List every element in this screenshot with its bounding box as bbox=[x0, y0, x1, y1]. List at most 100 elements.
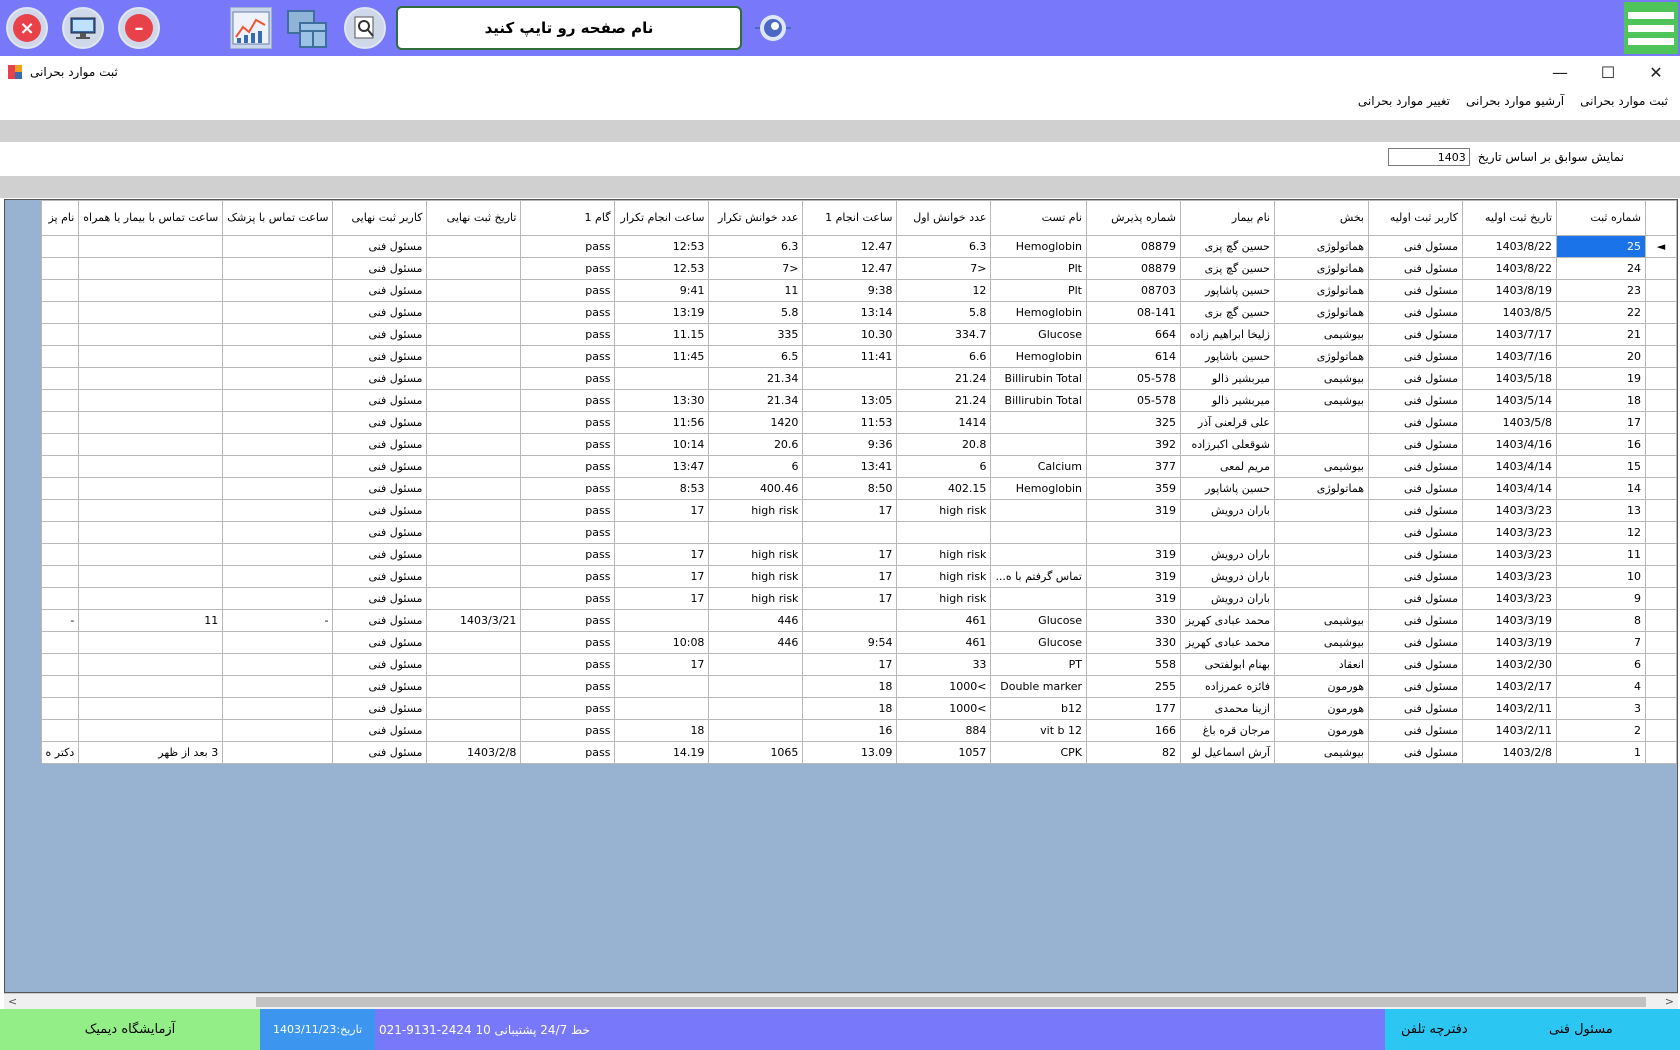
table-cell[interactable]: 359 bbox=[1086, 477, 1181, 500]
row-selector[interactable] bbox=[1645, 455, 1677, 478]
table-cell[interactable]: 11:56 bbox=[614, 411, 710, 434]
table-cell[interactable]: 21 bbox=[1556, 323, 1646, 346]
table-cell[interactable] bbox=[40, 719, 80, 742]
table-cell[interactable]: 335 bbox=[708, 323, 804, 346]
table-cell[interactable]: هماتولوژی bbox=[1274, 301, 1369, 324]
table-cell[interactable]: هورمون bbox=[1274, 697, 1369, 720]
table-cell[interactable]: مسئول فنی bbox=[1368, 565, 1463, 588]
table-cell[interactable] bbox=[78, 411, 224, 434]
table-row[interactable]: 19 1403/5/18 مسئول فنی بیوشیمی میربشیر ذالو 0… bbox=[40, 367, 1677, 390]
table-cell[interactable]: 5.8 bbox=[708, 301, 804, 324]
table-cell[interactable] bbox=[426, 653, 522, 676]
table-cell[interactable]: 334.7 bbox=[896, 323, 992, 346]
table-cell[interactable] bbox=[1274, 543, 1369, 566]
table-cell[interactable]: 08703 bbox=[1086, 279, 1181, 302]
table-cell[interactable]: 461 bbox=[896, 631, 992, 654]
table-cell[interactable] bbox=[990, 433, 1087, 456]
table-cell[interactable]: 614 bbox=[1086, 345, 1181, 368]
table-cell[interactable]: 10:08 bbox=[614, 631, 710, 654]
table-cell[interactable]: هماتولوژی bbox=[1274, 345, 1369, 368]
table-cell[interactable]: 7 bbox=[1556, 631, 1646, 654]
table-cell[interactable]: pass bbox=[520, 653, 616, 676]
table-cell[interactable] bbox=[426, 675, 522, 698]
table-cell[interactable]: 1403/3/23 bbox=[1462, 521, 1557, 544]
column-header[interactable]: شماره پذیرش bbox=[1086, 200, 1181, 236]
table-cell[interactable]: میربشیر ذالو bbox=[1180, 389, 1275, 412]
table-cell[interactable] bbox=[40, 257, 80, 280]
table-cell[interactable] bbox=[222, 389, 334, 412]
table-cell[interactable] bbox=[1274, 433, 1369, 456]
table-cell[interactable]: Glucose bbox=[990, 323, 1087, 346]
table-cell[interactable]: high risk bbox=[896, 543, 992, 566]
table-cell[interactable]: 15 bbox=[1556, 455, 1646, 478]
column-header[interactable]: گام 1 bbox=[520, 200, 616, 236]
table-cell[interactable]: 12:53 bbox=[614, 235, 710, 258]
table-cell[interactable]: Hemoglobin bbox=[990, 477, 1087, 500]
table-cell[interactable] bbox=[426, 521, 522, 544]
table-cell[interactable]: 319 bbox=[1086, 565, 1181, 588]
table-cell[interactable] bbox=[990, 587, 1087, 610]
table-cell[interactable]: 6 bbox=[896, 455, 992, 478]
table-cell[interactable]: 17 bbox=[614, 653, 710, 676]
table-row[interactable]: 9 1403/3/23 مسئول فنی باران درویش 319 high ri… bbox=[40, 587, 1677, 610]
table-cell[interactable] bbox=[40, 345, 80, 368]
menu-icon[interactable] bbox=[1624, 2, 1678, 54]
table-cell[interactable]: باران درویش bbox=[1180, 499, 1275, 522]
table-cell[interactable] bbox=[708, 653, 804, 676]
table-cell[interactable] bbox=[426, 433, 522, 456]
column-header[interactable]: نام پز bbox=[40, 200, 80, 236]
table-cell[interactable]: high risk bbox=[896, 499, 992, 522]
table-cell[interactable] bbox=[40, 543, 80, 566]
table-row[interactable]: 17 1403/5/8 مسئول فنی علی قرلعنی آذر 325 1414… bbox=[40, 411, 1677, 434]
tab-register[interactable]: ثبت موارد بحرانی bbox=[1580, 94, 1668, 108]
table-cell[interactable]: 1000< bbox=[896, 697, 992, 720]
table-cell[interactable]: 1403/4/14 bbox=[1462, 477, 1557, 500]
monitor-icon[interactable] bbox=[62, 7, 104, 49]
table-cell[interactable]: 12.47 bbox=[802, 257, 898, 280]
table-cell[interactable]: 8:50 bbox=[802, 477, 898, 500]
row-selector[interactable] bbox=[1645, 323, 1677, 346]
table-cell[interactable] bbox=[708, 521, 804, 544]
row-selector[interactable] bbox=[1645, 609, 1677, 632]
table-cell[interactable]: مسئول فنی bbox=[332, 587, 428, 610]
table-cell[interactable]: pass bbox=[520, 235, 616, 258]
tab-edit[interactable]: تغییر موارد بحرانی bbox=[1358, 94, 1450, 108]
table-cell[interactable]: 1403/4/14 bbox=[1462, 455, 1557, 478]
table-row[interactable]: 2 1403/2/11 مسئول فنی هورمون مرجان قره باغ 16… bbox=[40, 719, 1677, 742]
table-cell[interactable]: Calcium bbox=[990, 455, 1087, 478]
table-cell[interactable] bbox=[78, 389, 224, 412]
column-header[interactable]: ساعت تماس با پزشک bbox=[222, 200, 334, 236]
table-cell[interactable]: بیوشیمی bbox=[1274, 609, 1369, 632]
table-cell[interactable] bbox=[222, 455, 334, 478]
table-cell[interactable] bbox=[426, 455, 522, 478]
column-header[interactable]: نام بیمار bbox=[1180, 200, 1275, 236]
table-cell[interactable]: مسئول فنی bbox=[332, 675, 428, 698]
table-cell[interactable]: 446 bbox=[708, 631, 804, 654]
table-cell[interactable]: 377 bbox=[1086, 455, 1181, 478]
table-cell[interactable] bbox=[40, 521, 80, 544]
table-row[interactable]: 3 1403/2/11 مسئول فنی هورمون ازینا محمدی 177 b… bbox=[40, 697, 1677, 720]
table-cell[interactable]: pass bbox=[520, 433, 616, 456]
table-cell[interactable]: بیوشیمی bbox=[1274, 389, 1369, 412]
minimize-icon[interactable]: — bbox=[1540, 60, 1580, 84]
table-cell[interactable]: Glucose bbox=[990, 609, 1087, 632]
table-cell[interactable]: 17 bbox=[802, 499, 898, 522]
table-cell[interactable] bbox=[222, 565, 334, 588]
table-row[interactable]: 1 1403/2/8 مسئول فنی بیوشیمی آرش اسماعیل لو 8… bbox=[40, 741, 1677, 764]
table-cell[interactable]: 20.6 bbox=[708, 433, 804, 456]
table-cell[interactable]: 17 bbox=[802, 653, 898, 676]
table-cell[interactable]: 13:47 bbox=[614, 455, 710, 478]
table-cell[interactable]: 13 bbox=[1556, 499, 1646, 522]
table-row[interactable]: 13 1403/3/23 مسئول فنی باران درویش 319 high r… bbox=[40, 499, 1677, 522]
table-cell[interactable]: مسئول فنی bbox=[1368, 741, 1463, 764]
table-cell[interactable]: 392 bbox=[1086, 433, 1181, 456]
table-cell[interactable]: CPK bbox=[990, 741, 1087, 764]
table-cell[interactable]: مسئول فنی bbox=[332, 697, 428, 720]
table-cell[interactable] bbox=[1274, 587, 1369, 610]
table-cell[interactable] bbox=[222, 477, 334, 500]
table-row[interactable]: 24 1403/8/22 مسئول فنی هماتولوژی حسین گچ پزی… bbox=[40, 257, 1677, 280]
table-cell[interactable] bbox=[708, 697, 804, 720]
table-cell[interactable]: مسئول فنی bbox=[1368, 411, 1463, 434]
table-row[interactable]: 11 1403/3/23 مسئول فنی باران درویش 319 high r… bbox=[40, 543, 1677, 566]
table-cell[interactable] bbox=[1274, 411, 1369, 434]
